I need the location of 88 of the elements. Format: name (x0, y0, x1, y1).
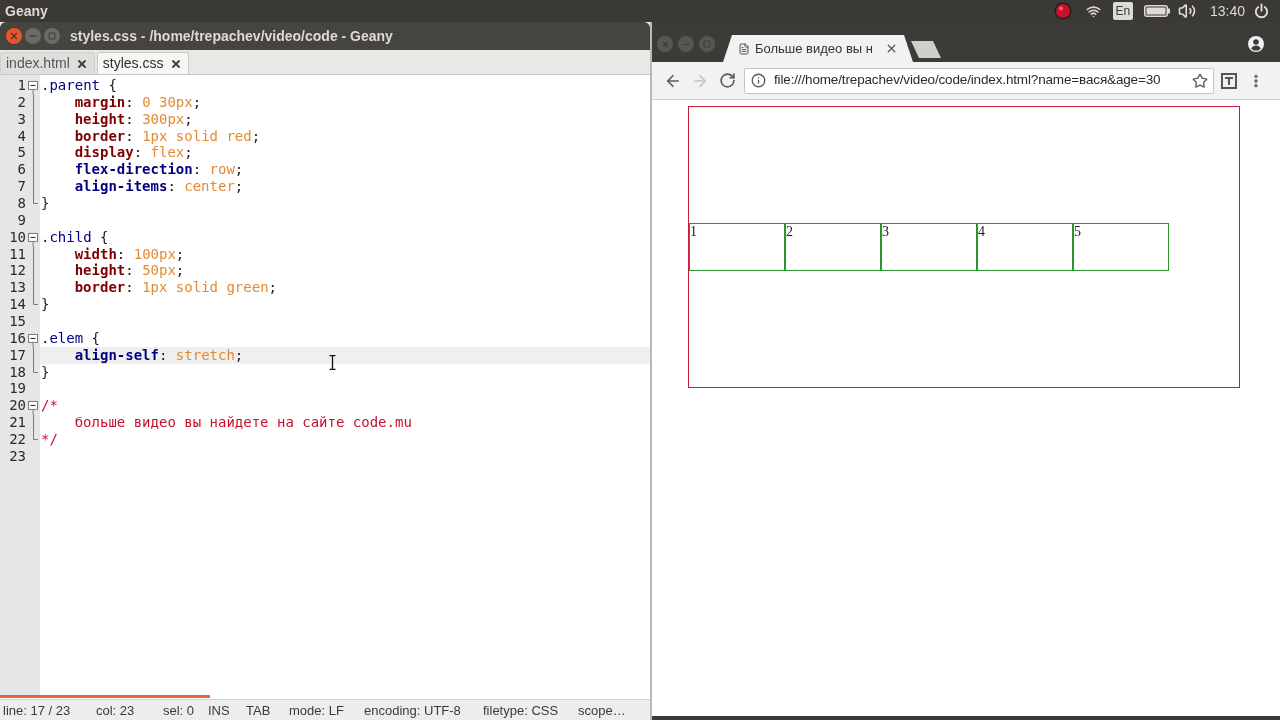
new-tab-button[interactable] (911, 41, 941, 58)
line-number: 8 (17, 195, 26, 212)
line-number: 1 (17, 77, 26, 94)
line-number: 13 (9, 279, 26, 297)
line-number: 10 (9, 228, 26, 246)
line-number: 21 (9, 414, 26, 432)
volume-icon[interactable] (1177, 2, 1196, 20)
code-line: align-items: center; (74, 178, 244, 195)
status-item: mode: LF (289, 703, 344, 718)
info-icon[interactable] (751, 73, 766, 88)
line-number: 6 (17, 161, 26, 179)
browser-tab[interactable]: Больше видео вы н (723, 35, 913, 62)
line-number: 18 (9, 363, 26, 381)
code-line: display: flex; (74, 144, 193, 162)
battery-icon[interactable] (1143, 5, 1170, 17)
child-number: 5 (1074, 224, 1081, 240)
maximize-icon (703, 40, 711, 48)
line-number: 12 (9, 262, 26, 280)
line-number: 23 (9, 447, 26, 465)
text-cursor-icon (329, 355, 336, 370)
line-number: 3 (17, 110, 26, 128)
page-icon (738, 41, 750, 56)
line-number: 19 (9, 380, 26, 398)
code-line: .parent { (41, 77, 117, 94)
code-line: .elem { (41, 329, 100, 347)
line-number: 20 (9, 397, 26, 415)
code-line: margin: 0 30px; (74, 93, 202, 111)
code-line: flex-direction: row; (74, 161, 244, 179)
status-item: INS (208, 703, 230, 718)
line-number: 22 (9, 431, 26, 448)
code-line: } (41, 363, 50, 381)
power-icon[interactable] (1253, 2, 1270, 20)
code-line: } (41, 296, 50, 314)
file-tab[interactable]: index.html (0, 52, 95, 74)
close-icon (660, 39, 670, 49)
file-tab[interactable]: styles.css (96, 52, 189, 74)
line-number: 15 (9, 313, 26, 330)
child-number: 1 (690, 224, 697, 240)
extension-icon[interactable] (1221, 72, 1237, 89)
code-line: /* (41, 397, 58, 415)
line-number: 5 (17, 144, 26, 162)
status-item: line: 17 / 23 (3, 703, 71, 718)
code-line: border: 1px solid red; (74, 127, 261, 145)
code-line: } (41, 195, 50, 212)
line-number: 2 (17, 93, 26, 111)
code-line: */ (41, 431, 58, 448)
clock[interactable]: 13:40 (1209, 4, 1245, 18)
code-line: .child { (41, 228, 109, 246)
keyboard-layout-indicator[interactable]: En (1112, 2, 1133, 20)
child-number: 2 (786, 224, 793, 240)
line-number: 4 (17, 127, 26, 145)
status-item: scope… (578, 703, 626, 718)
close-icon (9, 31, 19, 41)
line-number: 7 (17, 178, 26, 195)
status-item: sel: 0 (163, 703, 195, 718)
line-number: 16 (9, 329, 26, 347)
code-line: align-self: stretch; (74, 346, 244, 364)
status-item: col: 23 (96, 703, 135, 718)
code-line: height: 50px; (74, 262, 185, 280)
app-name: Geany (5, 4, 48, 18)
window-close-button[interactable] (6, 28, 22, 44)
reload-button[interactable] (717, 70, 737, 91)
maximize-icon (48, 32, 56, 40)
line-number: 9 (17, 211, 26, 229)
code-line: border: 1px solid green; (74, 279, 277, 297)
code-line: width: 100px; (74, 245, 185, 263)
status-item: TAB (246, 703, 271, 718)
code-line: больше видео вы найдете на сайте code.mu (74, 414, 412, 432)
close-icon[interactable] (885, 42, 898, 55)
record-indicator-icon[interactable] (1053, 2, 1072, 20)
scrollbar-thumb[interactable] (0, 695, 210, 698)
close-icon[interactable] (75, 57, 88, 70)
close-icon[interactable] (169, 57, 182, 70)
status-item: filetype: CSS (483, 703, 559, 718)
child-number: 3 (882, 224, 889, 240)
bookmark-star-icon[interactable] (1192, 72, 1208, 89)
address-text: file:///home/trepachev/video/code/index.html?name=вася&age=30 (774, 71, 1161, 90)
window-title: styles.css - /home/trepachev/video/code - Geany (70, 29, 393, 43)
line-number: 17 (9, 346, 26, 364)
child-number: 4 (978, 224, 985, 240)
line-number: 11 (9, 245, 26, 263)
reload-icon (718, 72, 736, 89)
wifi-icon[interactable] (1084, 3, 1102, 19)
account-icon[interactable] (1248, 36, 1264, 52)
code-line: height: 300px; (74, 110, 193, 128)
status-item: encoding: UTF-8 (364, 703, 461, 718)
line-number: 14 (9, 296, 26, 314)
address-bar[interactable]: file:///home/trepachev/video/code/index.html?name=вася&age=30 (744, 67, 1214, 94)
